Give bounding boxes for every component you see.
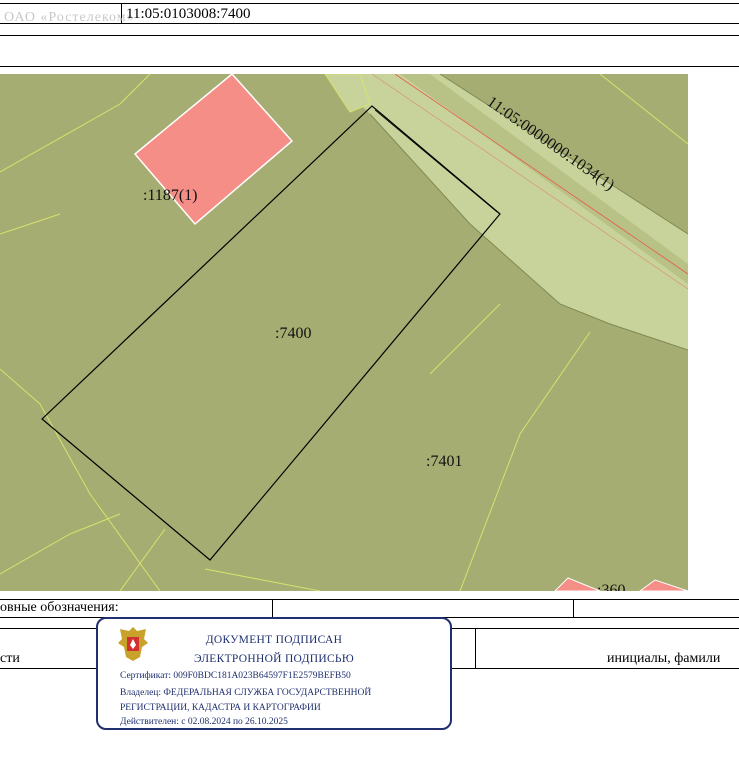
header-row-line-2 <box>0 35 739 36</box>
label-parcel-1187: :1187(1) <box>143 187 198 204</box>
legend-right-text: инициалы, фамили <box>607 651 721 666</box>
stamp-owner-line2: РЕГИСТРАЦИИ, КАДАСТРА И КАРТОГРАФИИ <box>120 703 321 713</box>
legend-divider-2 <box>573 599 574 617</box>
header-top-line <box>0 3 739 4</box>
stamp-owner-line1: Владелец: ФЕДЕРАЛЬНАЯ СЛУЖБА ГОСУДАРСТВЕ… <box>120 688 372 698</box>
cadastral-number: 11:05:0103008:7400 <box>126 6 251 22</box>
map-frame-top-line <box>0 66 739 67</box>
legend-divider-3 <box>475 628 476 668</box>
stamp-title-line2: ЭЛЕКТРОННОЙ ПОДПИСЬЮ <box>194 653 354 665</box>
map-background <box>0 74 688 591</box>
label-parcel-7400: :7400 <box>275 325 311 342</box>
signature-stamp: ДОКУМЕНТ ПОДПИСАН ЭЛЕКТРОННОЙ ПОДПИСЬЮ С… <box>96 617 452 730</box>
legend-divider-1 <box>272 599 273 617</box>
stamp-valid: Действителен: с 02.08.2024 по 26.10.2025 <box>120 717 288 727</box>
header-row-line <box>0 23 739 24</box>
stamp-certificate: Сертификат: 009F0BDC181A023B64597F1E2579… <box>120 671 351 681</box>
label-parcel-360: :360 <box>597 582 625 591</box>
legend-label: овные обозначения: <box>0 600 119 615</box>
stamp-title-line1: ДОКУМЕНТ ПОДПИСАН <box>205 634 343 646</box>
label-parcel-7401: :7401 <box>426 453 462 470</box>
legend-left-text: сти <box>0 651 20 666</box>
cadastral-map: :1187(1) :7400 :7401 11:05:0000000:1034(… <box>0 74 688 591</box>
